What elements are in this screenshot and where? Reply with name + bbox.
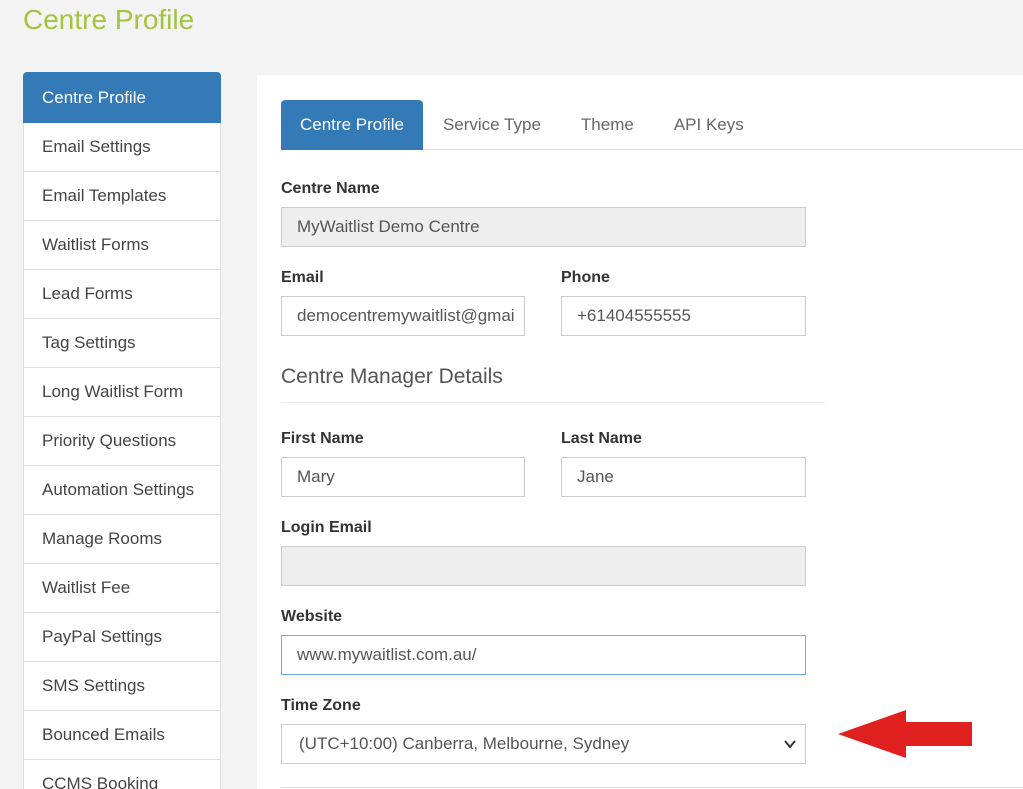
website-label: Website	[281, 608, 343, 625]
login-email-field[interactable]	[281, 546, 806, 586]
manager-section-title: Centre Manager Details	[281, 365, 503, 388]
sidebar-item-paypal-settings[interactable]: PayPal Settings	[23, 613, 221, 662]
tab-service-type[interactable]: Service Type	[423, 100, 561, 150]
sidebar-item-manage-rooms[interactable]: Manage Rooms	[23, 515, 221, 564]
phone-label: Phone	[561, 269, 610, 286]
content-panel: Centre Profile Service Type Theme API Ke…	[257, 75, 1023, 789]
sidebar-item-bounced-emails[interactable]: Bounced Emails	[23, 711, 221, 760]
timezone-label: Time Zone	[281, 697, 361, 714]
settings-sidebar: Centre Profile Email Settings Email Temp…	[23, 72, 221, 789]
sidebar-item-sms-settings[interactable]: SMS Settings	[23, 662, 221, 711]
page-title: Centre Profile	[23, 4, 195, 35]
sidebar-item-waitlist-fee[interactable]: Waitlist Fee	[23, 564, 221, 613]
sidebar-item-priority-questions[interactable]: Priority Questions	[23, 417, 221, 466]
website-field[interactable]: www.mywaitlist.com.au/	[281, 635, 806, 675]
first-name-label: First Name	[281, 430, 364, 447]
sidebar-item-lead-forms[interactable]: Lead Forms	[23, 270, 221, 319]
red-arrow-left-icon	[838, 710, 972, 758]
sidebar-item-tag-settings[interactable]: Tag Settings	[23, 319, 221, 368]
email-label: Email	[281, 269, 324, 286]
phone-field[interactable]: +61404555555	[561, 296, 806, 336]
login-email-label: Login Email	[281, 519, 372, 536]
sidebar-item-email-templates[interactable]: Email Templates	[23, 172, 221, 221]
timezone-selected-value: (UTC+10:00) Canberra, Melbourne, Sydney	[299, 734, 630, 753]
timezone-select[interactable]: (UTC+10:00) Canberra, Melbourne, Sydney	[281, 724, 806, 764]
form-bottom-divider	[281, 787, 1023, 788]
section-divider	[281, 402, 825, 403]
tab-api-keys[interactable]: API Keys	[654, 100, 764, 150]
centre-name-label: Centre Name	[281, 180, 380, 197]
email-field[interactable]: democentremywaitlist@gmai	[281, 296, 525, 336]
sidebar-item-centre-profile[interactable]: Centre Profile	[23, 72, 221, 123]
sidebar-item-automation-settings[interactable]: Automation Settings	[23, 466, 221, 515]
tab-theme[interactable]: Theme	[561, 100, 654, 150]
first-name-field[interactable]: Mary	[281, 457, 525, 497]
sidebar-item-waitlist-forms[interactable]: Waitlist Forms	[23, 221, 221, 270]
sidebar-item-long-waitlist-form[interactable]: Long Waitlist Form	[23, 368, 221, 417]
sidebar-item-ccms-booking[interactable]: CCMS Booking	[23, 760, 221, 789]
profile-tabs: Centre Profile Service Type Theme API Ke…	[281, 100, 1023, 150]
chevron-down-icon	[784, 740, 796, 749]
sidebar-item-email-settings[interactable]: Email Settings	[23, 123, 221, 172]
tab-centre-profile[interactable]: Centre Profile	[281, 100, 423, 150]
last-name-field[interactable]: Jane	[561, 457, 806, 497]
last-name-label: Last Name	[561, 430, 642, 447]
centre-name-field[interactable]: MyWaitlist Demo Centre	[281, 207, 806, 247]
